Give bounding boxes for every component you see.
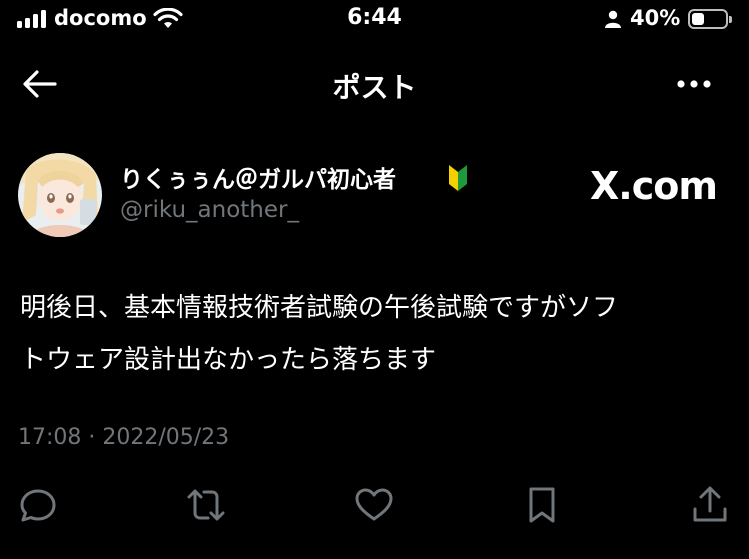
tweet-text-line: トウェア設計出なかったら落ちます bbox=[20, 345, 437, 375]
like-icon[interactable] bbox=[354, 485, 394, 525]
battery-icon bbox=[688, 9, 732, 29]
person-icon bbox=[605, 10, 621, 28]
page-title: ポスト bbox=[332, 71, 417, 104]
tweet-timestamp[interactable]: 17:08 · 2022/05/23 bbox=[18, 425, 229, 450]
author-display-name[interactable]: りくぅぅん＠ガルパ初心者 bbox=[120, 160, 396, 194]
avatar[interactable] bbox=[18, 153, 102, 237]
beginner-mark-icon bbox=[449, 165, 467, 191]
x-com-watermark: X.com bbox=[590, 164, 718, 208]
retweet-icon[interactable] bbox=[186, 485, 226, 525]
reply-icon[interactable] bbox=[18, 485, 58, 525]
tweet-text: 明後日、基本情報技術者試験の午後試験ですがソフ トウェア設計出なかったら落ちます bbox=[20, 282, 720, 386]
tweet-text-line: 明後日、基本情報技術者試験の午後試験ですがソフ bbox=[20, 293, 619, 323]
share-icon[interactable] bbox=[690, 485, 730, 525]
author-handle[interactable]: @riku_another_ bbox=[120, 197, 299, 223]
battery-percent: 40% bbox=[630, 6, 681, 30]
bookmark-icon[interactable] bbox=[522, 485, 562, 525]
status-bar: docomo 6:44 40% bbox=[0, 0, 749, 42]
more-horizontal-icon[interactable] bbox=[674, 70, 714, 98]
